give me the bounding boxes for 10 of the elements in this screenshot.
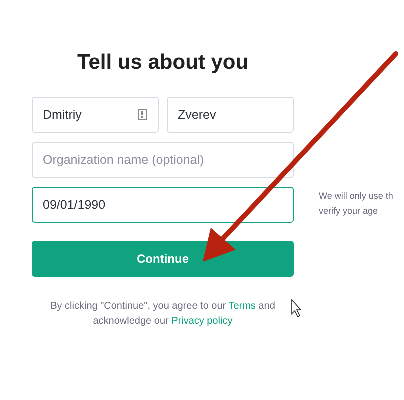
terms-notice: By clicking "Continue", you agree to our Terms and acknowledge our Privacy policy xyxy=(50,300,276,330)
input-field[interactable]: Dmitriy xyxy=(32,97,159,134)
autofill-icon[interactable] xyxy=(138,109,147,120)
input-field[interactable]: Zverev xyxy=(167,97,294,134)
age-note-text: verify your age xyxy=(319,205,378,218)
input-field[interactable]: 09/01/1990 xyxy=(32,187,294,224)
input-field[interactable]: Organization name (optional) xyxy=(32,142,294,178)
page-title: Tell us about you xyxy=(76,50,250,76)
age-note-text: We will only use th xyxy=(319,190,394,203)
mouse-cursor-icon xyxy=(292,298,302,318)
